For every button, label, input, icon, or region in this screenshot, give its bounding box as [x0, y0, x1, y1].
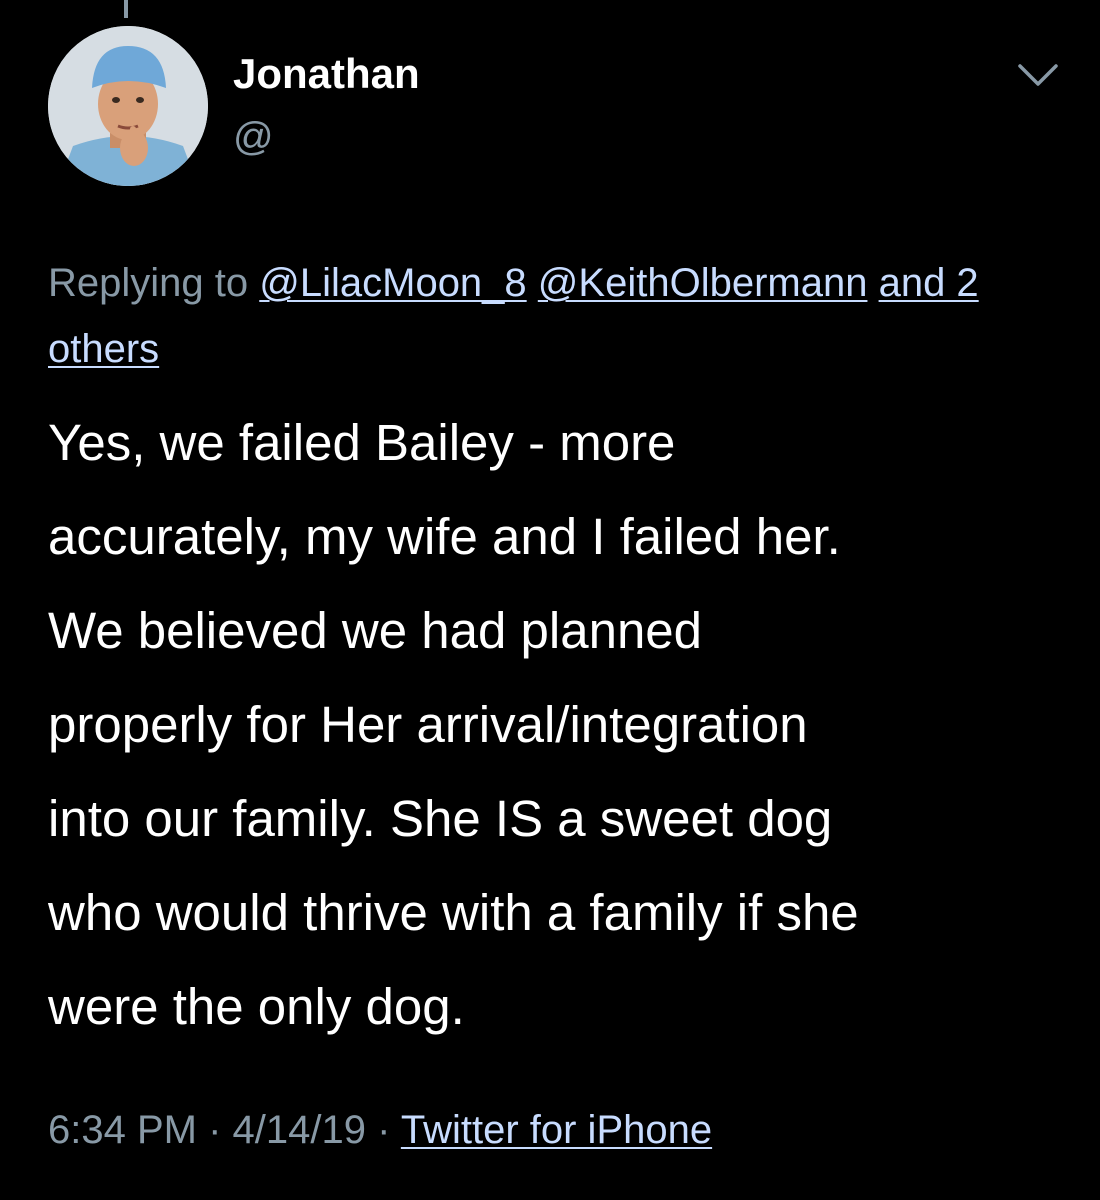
- tweet-meta: 6:34 PM · 4/14/19 · Twitter for iPhone: [48, 1108, 712, 1153]
- reply-prefix: Replying to: [48, 261, 249, 305]
- tweet-source-link[interactable]: Twitter for iPhone: [401, 1108, 712, 1152]
- reply-context: Replying to @LilacMoon_8 @KeithOlbermann…: [48, 250, 1058, 382]
- avatar[interactable]: [48, 26, 208, 186]
- tweet-line: accurately, my wife and I failed her.: [48, 508, 841, 565]
- mention-link[interactable]: @LilacMoon_8: [259, 261, 526, 305]
- meta-separator: ·: [208, 1108, 222, 1152]
- thread-connector-line: [124, 0, 128, 18]
- tweet-line: who would thrive with a family if she: [48, 884, 859, 941]
- tweet-line: were the only dog.: [48, 978, 465, 1035]
- tweet-time: 6:34 PM: [48, 1108, 197, 1152]
- meta-separator: ·: [377, 1108, 391, 1152]
- tweet-line: properly for Her arrival/integration: [48, 696, 808, 753]
- tweet-line: into our family. She IS a sweet dog: [48, 790, 833, 847]
- author-name[interactable]: Jonathan: [233, 50, 420, 98]
- tweet-line: Yes, we failed Bailey - more: [48, 414, 676, 471]
- avatar-image: [48, 26, 208, 186]
- tweet-card: Jonathan @ Replying to @LilacMoon_8 @Kei…: [0, 0, 1100, 1200]
- chevron-down-icon[interactable]: [1016, 60, 1060, 90]
- mention-link[interactable]: @KeithOlbermann: [538, 261, 868, 305]
- tweet-line: We believed we had planned: [48, 602, 703, 659]
- tweet-text: Yes, we failed Bailey - more accurately,…: [48, 396, 1088, 1054]
- tweet-date: 4/14/19: [232, 1108, 367, 1152]
- author-handle[interactable]: @: [233, 115, 274, 160]
